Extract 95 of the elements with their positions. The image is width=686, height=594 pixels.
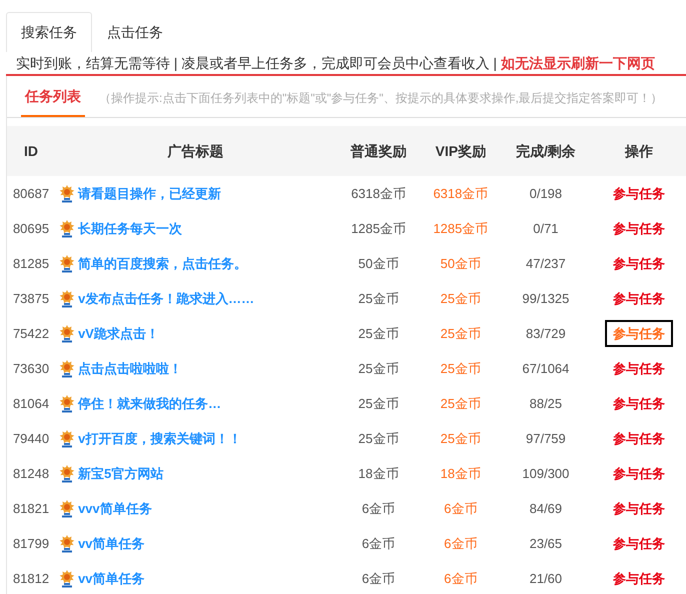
task-title-link[interactable]: 长期任务每天一次 xyxy=(78,218,182,238)
task-title-link[interactable]: v打开百度，搜索关键词！！ xyxy=(78,428,242,448)
id-cell: 80695 xyxy=(12,220,50,236)
award-icon xyxy=(59,324,76,342)
column-header: 操作 xyxy=(624,142,653,158)
reward-cell: 6金币 xyxy=(362,570,396,586)
vip-reward-cell: 6金币 xyxy=(444,536,478,551)
join-task-link[interactable]: 参与任务 xyxy=(604,494,673,522)
vip-reward-cell: 25金币 xyxy=(440,396,481,411)
reward-cell: 1285金币 xyxy=(351,220,406,236)
award-icon xyxy=(59,184,76,202)
task-title-link[interactable]: v发布点击任务！跪求进入…… xyxy=(78,288,254,308)
id-cell: 81799 xyxy=(12,536,50,551)
progress-cell: 0/71 xyxy=(533,220,558,236)
progress-cell: 0/198 xyxy=(529,186,562,201)
task-title-link[interactable]: vv简单任务 xyxy=(78,568,145,588)
progress-cell: 99/1325 xyxy=(522,290,570,306)
task-title-link[interactable]: vV跪求点击！ xyxy=(78,324,159,344)
award-icon xyxy=(59,464,76,482)
vip-reward-cell: 25金币 xyxy=(440,290,481,306)
id-cell: 81821 xyxy=(12,500,50,516)
reward-cell: 25金币 xyxy=(358,290,399,306)
vip-reward-cell: 25金币 xyxy=(440,326,481,341)
vip-reward-cell: 1285金币 xyxy=(433,220,488,236)
id-cell: 81064 xyxy=(12,396,50,411)
id-cell: 81248 xyxy=(12,466,50,481)
id-cell: 73875 xyxy=(12,290,50,306)
task-list-tab[interactable]: 任务列表 xyxy=(21,86,85,117)
task-title-link[interactable]: 点击点击啦啦啦！ xyxy=(78,358,182,378)
award-icon xyxy=(59,394,76,412)
tab[interactable]: 搜索任务 xyxy=(6,12,92,52)
join-task-link[interactable]: 参与任务 xyxy=(604,530,673,558)
id-cell: 75422 xyxy=(12,326,50,341)
reward-cell: 6318金币 xyxy=(351,186,406,201)
tab[interactable]: 点击任务 xyxy=(92,12,178,52)
join-task-link[interactable]: 参与任务 xyxy=(604,460,673,488)
join-task-link[interactable]: 参与任务 xyxy=(604,214,673,242)
task-title-link[interactable]: 请看题目操作，已经更新 xyxy=(78,184,222,204)
join-task-link[interactable]: 参与任务 xyxy=(604,390,673,418)
reward-cell: 6金币 xyxy=(362,500,396,516)
join-task-link[interactable]: 参与任务 xyxy=(604,424,673,452)
reward-cell: 25金币 xyxy=(358,326,399,341)
vip-reward-cell: 25金币 xyxy=(440,430,481,446)
column-header: 广告标题 xyxy=(167,142,224,158)
reward-cell: 18金币 xyxy=(358,466,399,481)
award-icon xyxy=(59,570,76,588)
progress-cell: 83/729 xyxy=(526,326,566,341)
vip-reward-cell: 25金币 xyxy=(440,360,481,376)
join-task-link[interactable]: 参与任务 xyxy=(604,250,673,278)
award-icon xyxy=(59,500,76,518)
reward-cell: 6金币 xyxy=(362,536,396,551)
progress-cell: 21/60 xyxy=(529,570,562,586)
progress-cell: 23/65 xyxy=(529,536,562,551)
join-task-link[interactable]: 参与任务 xyxy=(604,180,673,208)
column-header: 完成/剩余 xyxy=(516,142,576,158)
vip-reward-cell: 6金币 xyxy=(444,570,478,586)
award-icon xyxy=(59,534,76,552)
notice-text: 实时到账，结算无需等待 | 凌晨或者早上任务多，完成即可会员中心查看收入 | 如无法显示刷新一下网页 xyxy=(16,54,655,73)
task-title-link[interactable]: vvv简单任务 xyxy=(78,498,152,518)
vip-reward-cell: 6318金币 xyxy=(433,186,488,201)
progress-cell: 47/237 xyxy=(526,256,566,271)
join-task-link[interactable]: 参与任务 xyxy=(604,320,673,348)
id-cell: 79440 xyxy=(12,430,50,446)
join-task-link[interactable]: 参与任务 xyxy=(604,284,673,312)
reward-cell: 25金币 xyxy=(358,396,399,411)
join-task-link[interactable]: 参与任务 xyxy=(604,564,673,592)
vip-reward-cell: 6金币 xyxy=(444,500,478,516)
vip-reward-cell: 18金币 xyxy=(440,466,481,481)
reward-cell: 25金币 xyxy=(358,360,399,376)
task-title-link[interactable]: vv简单任务 xyxy=(78,534,145,554)
award-icon xyxy=(59,254,76,272)
task-title-link[interactable]: 简单的百度搜索，点击任务。 xyxy=(78,254,248,274)
vip-reward-cell: 50金币 xyxy=(440,256,481,271)
id-cell: 81812 xyxy=(12,570,50,586)
id-cell: 80687 xyxy=(12,186,50,201)
progress-cell: 97/759 xyxy=(526,430,566,446)
progress-cell: 84/69 xyxy=(529,500,562,516)
column-header: VIP奖励 xyxy=(435,142,486,158)
hint-text: （操作提示:点击下面任务列表中的"标题"或"参与任务"、按提示的具体要求操作,最后提交指定答案即可！） xyxy=(99,90,663,107)
award-icon xyxy=(59,220,76,238)
reward-cell: 25金币 xyxy=(358,430,399,446)
join-task-link[interactable]: 参与任务 xyxy=(604,354,673,382)
award-icon xyxy=(59,290,76,308)
reward-cell: 50金币 xyxy=(358,256,399,271)
award-icon xyxy=(59,360,76,378)
id-cell: 73630 xyxy=(12,360,50,376)
task-title-link[interactable]: 停住！就来做我的任务… xyxy=(78,394,222,414)
progress-cell: 67/1064 xyxy=(522,360,570,376)
progress-cell: 88/25 xyxy=(529,396,562,411)
id-cell: 81285 xyxy=(12,256,50,271)
task-title-link[interactable]: 新宝5官方网站 xyxy=(78,464,164,484)
column-header: ID xyxy=(24,142,38,158)
progress-cell: 109/300 xyxy=(522,466,570,481)
award-icon xyxy=(59,430,76,448)
column-header: 普通奖励 xyxy=(350,142,407,158)
